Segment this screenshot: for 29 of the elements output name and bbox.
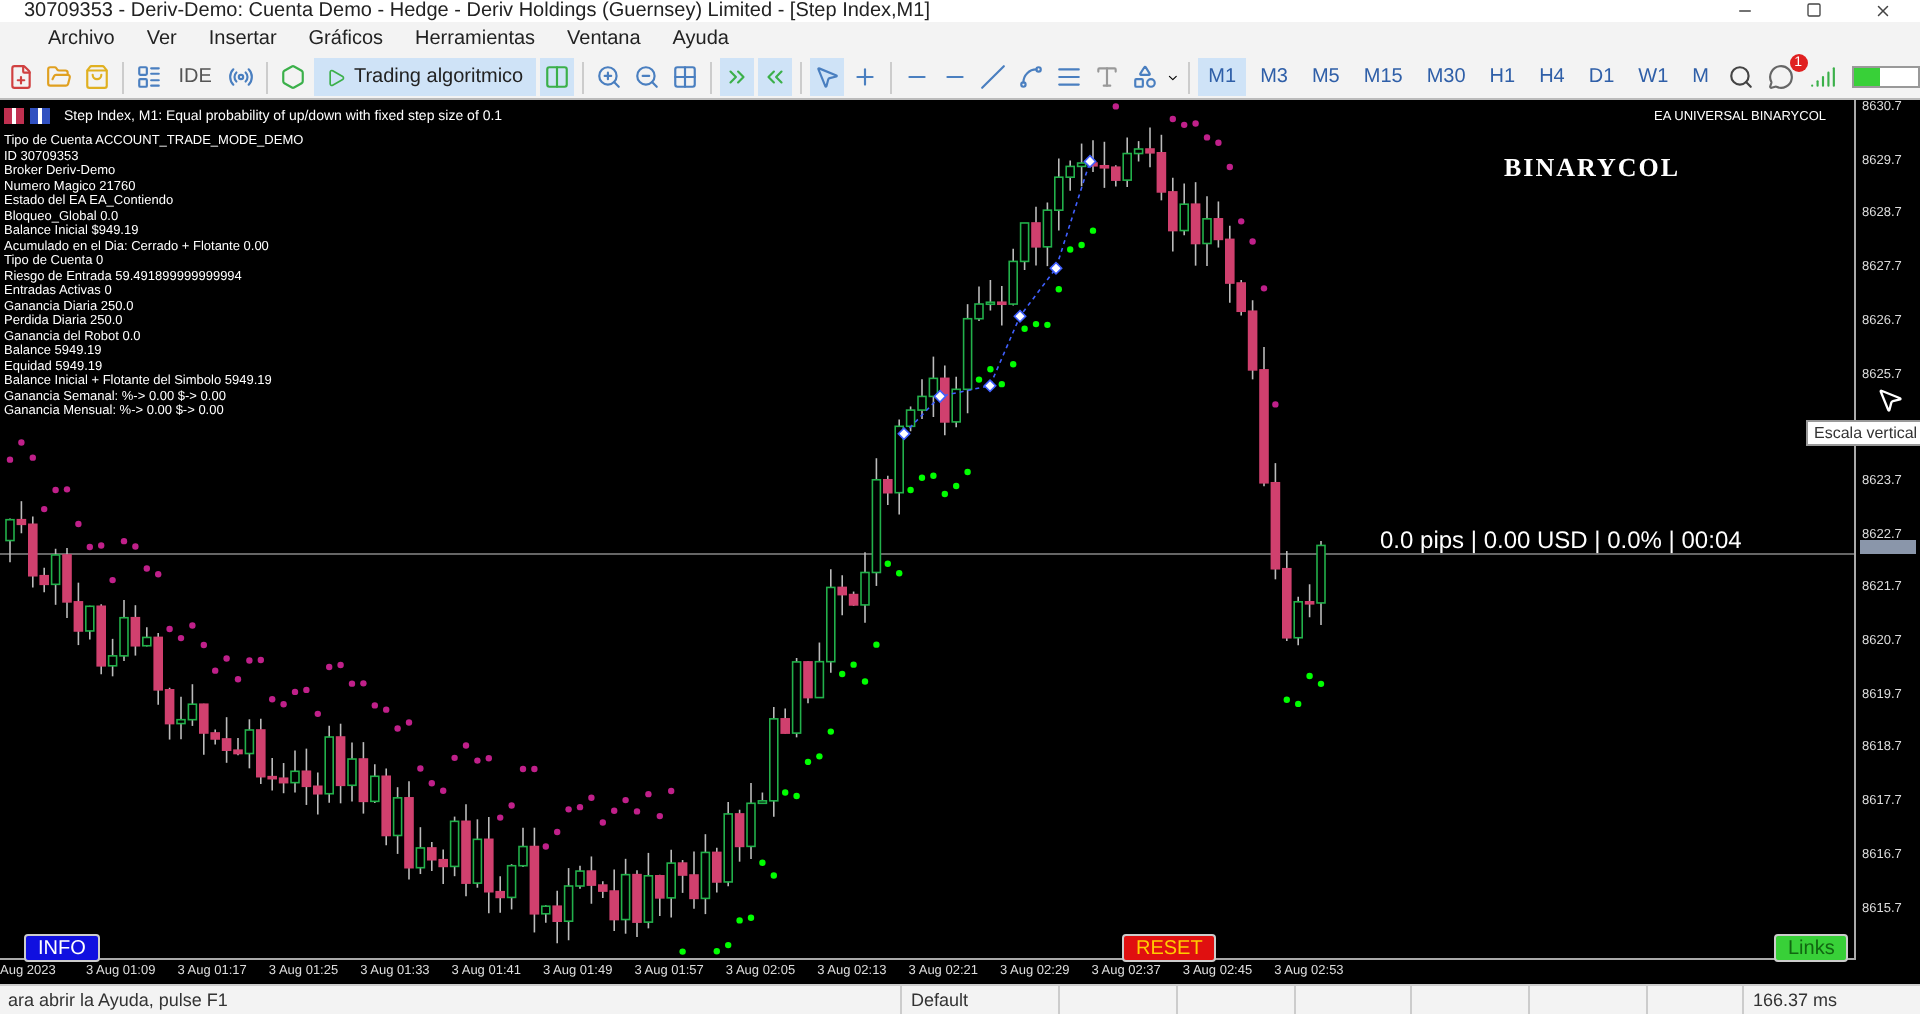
tooltip: Escala vertical [1806, 420, 1920, 446]
timeframe-button[interactable]: M [1682, 58, 1720, 96]
window-title: 30709353 - Deriv-Demo: Cuenta Demo - Hedge - Deriv Holdings (Guernsey) Limited - [Step Index,M1] [22, 0, 930, 22]
menu-item[interactable]: Archivo [32, 28, 131, 50]
chart-button[interactable]: Links [1774, 934, 1849, 962]
menu-item[interactable]: Ventana [551, 28, 657, 50]
status-ping: 166.37 ms [1742, 986, 1920, 1014]
timeframe-button[interactable]: M1 [1198, 58, 1247, 96]
timeframe-button[interactable]: M15 [1353, 58, 1413, 96]
timeframe-button[interactable]: D1 [1578, 58, 1625, 96]
menu-item[interactable]: Ayuda [656, 28, 745, 50]
ide-button[interactable]: IDE [170, 66, 220, 88]
chart-button[interactable]: INFO [24, 934, 100, 962]
menu-item[interactable]: Gráficos [292, 28, 400, 50]
brand-title: BINARYCOL [1504, 152, 1680, 184]
timeframe-button[interactable]: M3 [1250, 58, 1298, 96]
timeframe-button[interactable]: H4 [1529, 58, 1575, 96]
timeframe-button[interactable]: W1 [1628, 58, 1679, 96]
algo-trading-button[interactable]: Trading algoritmico [313, 58, 536, 96]
status-help: ara abrir la Ayuda, pulse F1 [6, 988, 230, 1014]
timeframe-button[interactable]: M30 [1416, 58, 1476, 96]
chart-button[interactable]: RESET [1122, 934, 1217, 962]
menu-item[interactable]: Ver [130, 28, 193, 50]
status-profile: Default [900, 986, 1059, 1014]
menu-item[interactable]: Herramientas [399, 28, 552, 50]
position-readout: 0.0 pips | 0.00 USD | 0.0% | 00:04 [1380, 526, 1742, 554]
timeframe-button[interactable]: H1 [1479, 58, 1526, 96]
timeframe-button[interactable]: M5 [1301, 58, 1350, 96]
menu-item[interactable]: Insertar [192, 28, 293, 50]
